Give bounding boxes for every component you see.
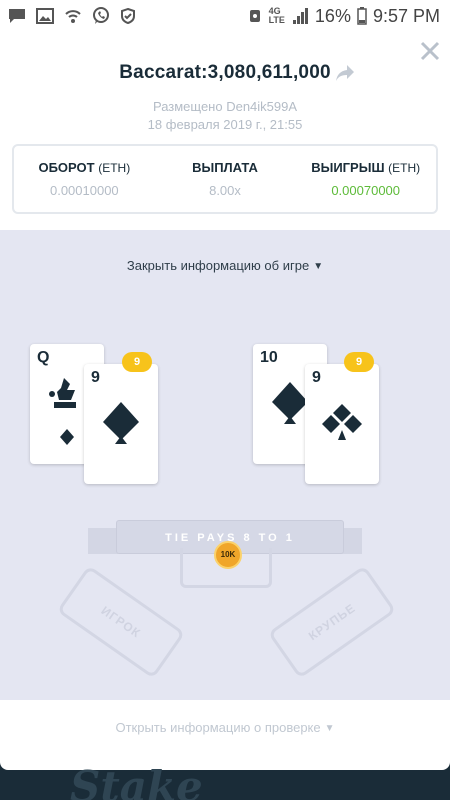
- status-bar: 4G LTE 16% 9:57 PM: [0, 0, 450, 32]
- close-game-info-label: Закрыть информацию об игре: [126, 258, 310, 273]
- wifi-call-icon: [65, 10, 81, 23]
- stat-wager: ОБОРОТ (ETH) 0.00010000: [14, 146, 155, 212]
- banker-score-badge: 9: [344, 352, 374, 372]
- stat-wager-value: 0.00010000: [49, 183, 119, 198]
- spade-icon: [272, 382, 308, 424]
- bet-title: Baccarat:3,080,611,000: [119, 62, 331, 83]
- stat-payout-value: 8.00x: [209, 183, 241, 198]
- banker-bet-zone: КРУПЬЕ: [267, 565, 397, 679]
- stat-payout-label: ВЫПЛАТА: [192, 160, 258, 175]
- stat-profit: ВЫИГРЫШ (ETH) 0.00070000: [295, 146, 436, 212]
- stat-profit-value: 0.00070000: [331, 183, 401, 198]
- bet-details-modal: Baccarat:3,080,611,000 Размещено Den4ik5…: [0, 32, 450, 770]
- card-rank: 9: [312, 369, 321, 386]
- image-icon: [36, 8, 54, 24]
- close-icon: [420, 41, 440, 61]
- chip: 10K: [214, 541, 242, 569]
- viber-icon: [93, 7, 109, 24]
- queen-figure-icon: [49, 378, 76, 408]
- stake-logo: Stake: [70, 762, 203, 800]
- alarm-icon: [249, 10, 260, 22]
- stat-wager-unit: (ETH): [98, 161, 131, 175]
- card-rank: 10: [260, 349, 278, 366]
- close-game-info-toggle[interactable]: Закрыть информацию об игре ▼: [0, 258, 450, 273]
- tie-ribbon-left: [88, 528, 118, 554]
- clubs-icon: [322, 404, 362, 440]
- placed-by: Размещено Den4ik599A: [152, 99, 298, 114]
- status-left-icons: [8, 6, 136, 26]
- chevron-down-icon: ▼: [324, 723, 335, 734]
- clock: 9:57 PM: [372, 5, 440, 26]
- card-rank: 9: [91, 369, 100, 386]
- shield-icon: [121, 8, 135, 24]
- share-icon[interactable]: [335, 64, 355, 82]
- battery-icon: [357, 7, 367, 25]
- open-verify-info-toggle[interactable]: Открыть информацию о проверке ▼: [0, 720, 450, 735]
- title-row: Baccarat:3,080,611,000: [0, 62, 450, 84]
- chevron-down-icon: ▼: [313, 261, 324, 272]
- stat-profit-label: ВЫИГРЫШ: [311, 160, 385, 175]
- player-score-badge: 9: [122, 352, 152, 372]
- battery-percent: 16%: [314, 5, 351, 26]
- stat-wager-label: ОБОРОТ: [38, 160, 95, 175]
- spade-icon: [103, 402, 139, 444]
- card-rank: Q: [37, 349, 50, 366]
- player-card-2: 9: [84, 364, 158, 484]
- player-bet-zone: ИГРОК: [56, 565, 186, 679]
- stat-profit-unit: (ETH): [388, 161, 421, 175]
- stat-payout: ВЫПЛАТА 8.00x: [155, 146, 296, 212]
- placed-date: 18 февраля 2019 г., 21:55: [147, 117, 303, 132]
- 4g-lte-icon: 4G LTE: [268, 6, 285, 25]
- message-icon: [9, 9, 25, 23]
- clubs-icon: [60, 429, 74, 445]
- open-verify-info-label: Открыть информацию о проверке: [115, 720, 321, 735]
- signal-icon: [292, 8, 308, 24]
- stats-panel: ОБОРОТ (ETH) 0.00010000 ВЫПЛАТА 8.00x ВЫ…: [12, 144, 438, 214]
- placed-info: Размещено Den4ik599A 18 февраля 2019 г.,…: [0, 98, 450, 134]
- game-area: Закрыть информацию об игре ▼ Q 9 9 10 9 …: [0, 230, 450, 700]
- banker-card-2: 9: [305, 364, 379, 484]
- status-right-icons: 4G LTE 16% 9:57 PM: [247, 4, 440, 28]
